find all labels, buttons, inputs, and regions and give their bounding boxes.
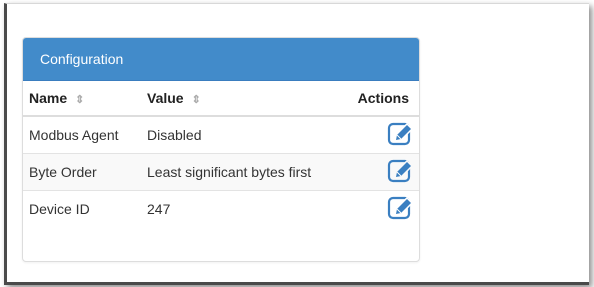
column-header-value[interactable]: Value ⇕ xyxy=(141,81,343,117)
column-header-name[interactable]: Name ⇕ xyxy=(23,81,141,117)
edit-icon[interactable] xyxy=(387,121,415,147)
row-value: Disabled xyxy=(141,115,343,154)
column-header-actions: Actions xyxy=(342,81,419,117)
row-name: Modbus Agent xyxy=(23,115,141,154)
row-name: Device ID xyxy=(23,190,141,227)
sort-arrows-icon[interactable]: ⇕ xyxy=(192,94,201,106)
sort-arrows-icon[interactable]: ⇕ xyxy=(75,94,84,106)
row-actions xyxy=(342,115,419,154)
row-actions xyxy=(342,190,419,227)
column-header-name-label: Name xyxy=(29,90,68,106)
row-actions xyxy=(342,153,419,191)
table-row: Byte Order Least significant bytes first xyxy=(23,153,419,191)
configuration-table: Name ⇕ Value ⇕ Actions Modbus Agent Disabl… xyxy=(23,81,419,227)
row-value: 247 xyxy=(141,190,343,227)
table-header-row: Name ⇕ Value ⇕ Actions xyxy=(23,81,419,117)
edit-icon[interactable] xyxy=(387,158,415,184)
panel-title: Configuration xyxy=(23,38,419,81)
configuration-panel: Configuration Name ⇕ Value ⇕ Actions Modbu… xyxy=(22,37,420,262)
row-name: Byte Order xyxy=(23,153,141,191)
column-header-value-label: Value xyxy=(147,90,184,106)
edit-icon[interactable] xyxy=(387,195,415,221)
table-row: Modbus Agent Disabled xyxy=(23,115,419,154)
row-value: Least significant bytes first xyxy=(141,153,343,191)
table-row: Device ID 247 xyxy=(23,190,419,227)
